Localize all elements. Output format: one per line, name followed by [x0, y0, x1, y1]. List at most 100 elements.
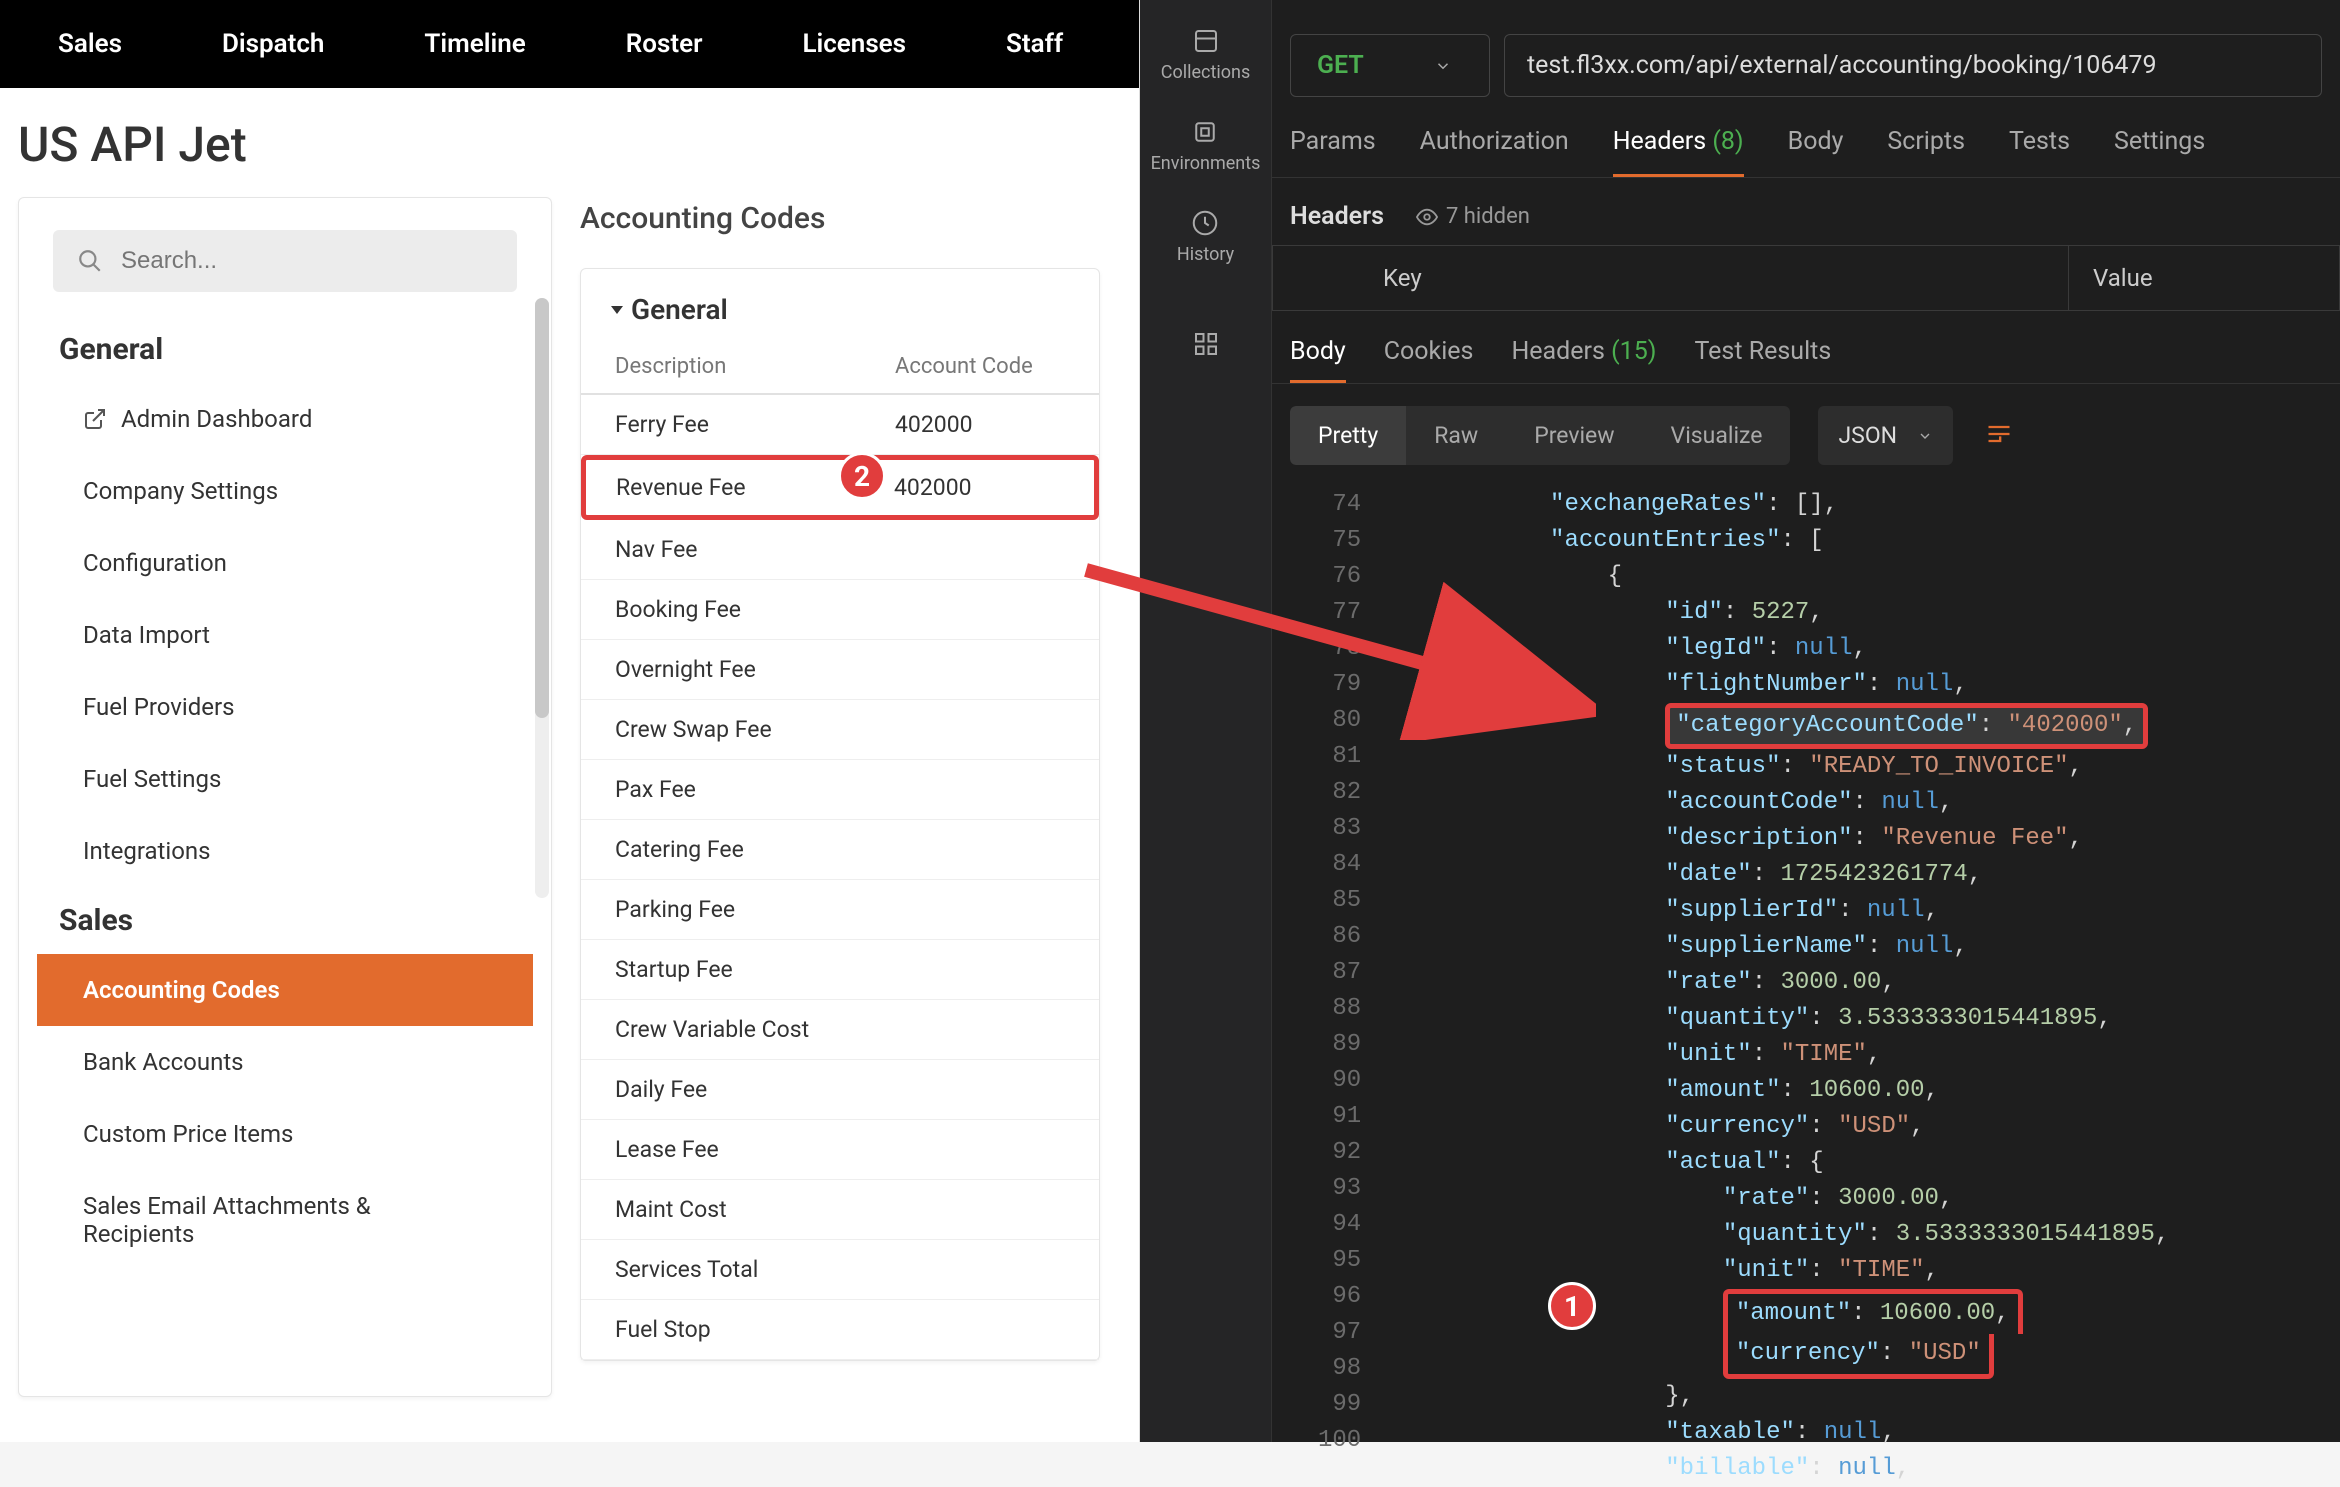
tab-tests[interactable]: Tests [2009, 127, 2070, 177]
sidebar-item-bank-accounts[interactable]: Bank Accounts [37, 1026, 533, 1098]
acct-row[interactable]: Overnight Fee [581, 640, 1099, 700]
method-select[interactable]: GET [1290, 34, 1490, 97]
search-icon [77, 248, 103, 274]
eye-icon [1416, 206, 1438, 228]
content-row: GeneralAdmin DashboardCompany SettingsCo… [0, 187, 1139, 1442]
sidebar-item-fuel-settings[interactable]: Fuel Settings [37, 743, 533, 815]
rail-collections[interactable]: Collections [1161, 16, 1250, 97]
col-description: Description [615, 354, 895, 379]
section-sales: Sales [37, 887, 533, 954]
environments-icon [1190, 117, 1220, 147]
kv-key-header: Key [1273, 246, 2069, 310]
acct-title: Accounting Codes [580, 201, 1139, 236]
topnav-roster[interactable]: Roster [576, 29, 753, 59]
app-left-panel: SalesDispatchTimelineRosterLicensesStaff… [0, 0, 1140, 1442]
sidebar: GeneralAdmin DashboardCompany SettingsCo… [18, 197, 552, 1397]
view-preview[interactable]: Preview [1506, 406, 1642, 465]
view-row: PrettyRawPreviewVisualize JSON [1272, 384, 2340, 487]
format-select[interactable]: JSON [1818, 406, 1953, 465]
sidebar-item-admin-dashboard[interactable]: Admin Dashboard [37, 383, 533, 455]
response-body[interactable]: 7475767778798081828384858687888990919293… [1272, 487, 2340, 1487]
topnav-dispatch[interactable]: Dispatch [172, 29, 374, 59]
scrollbar[interactable] [535, 298, 549, 898]
tab-headers[interactable]: Headers (8) [1613, 127, 1744, 177]
badge-1: 1 [1548, 1282, 1596, 1330]
sidebar-item-custom-price-items[interactable]: Custom Price Items [37, 1098, 533, 1170]
acct-row[interactable]: Fuel Stop [581, 1300, 1099, 1360]
url-input[interactable]: test.fl3xx.com/api/external/accounting/b… [1504, 34, 2322, 97]
headers-subrow: Headers 7 hidden [1272, 178, 2340, 245]
tab-settings[interactable]: Settings [2114, 127, 2205, 177]
acct-row[interactable]: Ferry Fee402000 [581, 395, 1099, 455]
sidebar-item-sales-email-attachments-recipients[interactable]: Sales Email Attachments & Recipients [37, 1170, 533, 1270]
acct-row[interactable]: Nav Fee [581, 520, 1099, 580]
chevron-down-icon [1434, 57, 1452, 75]
acct-row[interactable]: Maint Cost [581, 1180, 1099, 1240]
hidden-toggle[interactable]: 7 hidden [1416, 204, 1530, 229]
topnav-licenses[interactable]: Licenses [752, 29, 956, 59]
wrap-toggle[interactable] [1973, 408, 2025, 464]
scroll-thumb[interactable] [535, 298, 549, 718]
grid-icon [1191, 329, 1221, 359]
resp-tab-body[interactable]: Body [1290, 337, 1346, 383]
tab-scripts[interactable]: Scripts [1887, 127, 1965, 177]
page-title: US API Jet [0, 88, 1139, 187]
search-box[interactable] [53, 230, 517, 292]
section-general: General [37, 316, 533, 383]
resp-tab-test-results[interactable]: Test Results [1694, 337, 1831, 383]
view-raw[interactable]: Raw [1406, 406, 1506, 465]
method-label: GET [1317, 51, 1364, 80]
sidebar-item-fuel-providers[interactable]: Fuel Providers [37, 671, 533, 743]
postman-panel: Collections Environments History GET test.… [1140, 0, 2340, 1442]
acct-row[interactable]: Services Total [581, 1240, 1099, 1300]
sidebar-item-data-import[interactable]: Data Import [37, 599, 533, 671]
acct-group-toggle[interactable]: General [581, 279, 1099, 344]
tab-body[interactable]: Body [1788, 127, 1844, 177]
kv-header: Key Value [1272, 245, 2340, 311]
search-input[interactable] [121, 247, 493, 275]
sidebar-item-integrations[interactable]: Integrations [37, 815, 533, 887]
table-header: Description Account Code [581, 344, 1099, 395]
history-icon [1190, 208, 1220, 238]
resp-tab-headers[interactable]: Headers (15) [1511, 337, 1656, 383]
sidebar-item-configuration[interactable]: Configuration [37, 527, 533, 599]
acct-row[interactable]: Pax Fee [581, 760, 1099, 820]
collections-icon [1191, 26, 1221, 56]
acct-row[interactable]: Startup Fee [581, 940, 1099, 1000]
sidebar-item-accounting-codes[interactable]: Accounting Codes [37, 954, 533, 1026]
wrap-icon [1985, 420, 2013, 448]
headers-label: Headers [1290, 202, 1384, 231]
chevron-down-icon [1917, 428, 1933, 444]
rail-environments[interactable]: Environments [1151, 107, 1261, 188]
tab-authorization[interactable]: Authorization [1420, 127, 1569, 177]
badge-2: 2 [838, 452, 886, 500]
postman-main: GET test.fl3xx.com/api/external/accounti… [1272, 0, 2340, 1442]
rail-more[interactable] [1191, 319, 1221, 373]
acct-row[interactable]: Daily Fee [581, 1060, 1099, 1120]
tab-params[interactable]: Params [1290, 127, 1376, 177]
acct-row[interactable]: Crew Variable Cost [581, 1000, 1099, 1060]
top-nav: SalesDispatchTimelineRosterLicensesStaff [0, 0, 1139, 88]
rail-history[interactable]: History [1177, 198, 1234, 279]
view-visualize[interactable]: Visualize [1643, 406, 1791, 465]
response-tabs: Body Cookies Headers (15) Test Results [1272, 311, 2340, 384]
col-account-code: Account Code [895, 354, 1065, 379]
acct-row[interactable]: Catering Fee [581, 820, 1099, 880]
external-link-icon [83, 407, 107, 431]
topnav-sales[interactable]: Sales [40, 29, 172, 59]
request-row: GET test.fl3xx.com/api/external/accounti… [1272, 0, 2340, 97]
request-tabs: Params Authorization Headers (8) Body Script… [1272, 97, 2340, 178]
acct-row[interactable]: Crew Swap Fee [581, 700, 1099, 760]
resp-tab-cookies[interactable]: Cookies [1384, 337, 1474, 383]
acct-row[interactable]: Lease Fee [581, 1120, 1099, 1180]
acct-card: General Description Account Code Ferry F… [580, 268, 1100, 1361]
view-pretty[interactable]: Pretty [1290, 406, 1406, 465]
kv-value-header: Value [2069, 246, 2339, 310]
topnav-timeline[interactable]: Timeline [374, 29, 575, 59]
acct-panel: Accounting Codes General Description Acc… [580, 197, 1139, 1442]
acct-row[interactable]: Parking Fee [581, 880, 1099, 940]
topnav-staff[interactable]: Staff [956, 29, 1113, 59]
acct-row[interactable]: Booking Fee [581, 580, 1099, 640]
sidebar-item-company-settings[interactable]: Company Settings [37, 455, 533, 527]
postman-rail: Collections Environments History [1140, 0, 1272, 1442]
